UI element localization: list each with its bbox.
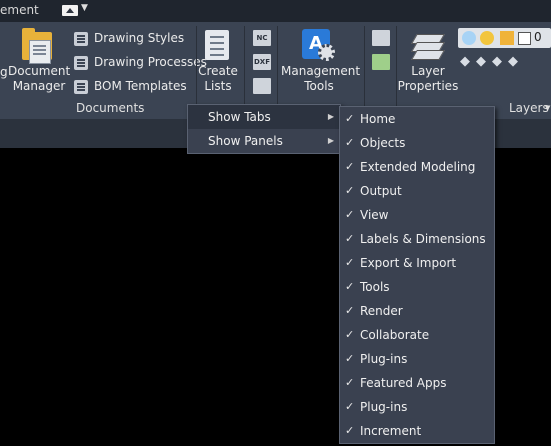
check-icon: ✓	[345, 112, 355, 125]
tab-toggle-tools[interactable]: ✓ Tools	[340, 275, 494, 299]
layer-properties-label-2: Properties	[397, 79, 459, 93]
layer-properties-label-1: Layer	[411, 64, 445, 78]
chevron-down-icon[interactable]: ▼	[545, 104, 550, 112]
submenu-arrow-icon: ▶	[327, 112, 334, 121]
check-icon: ✓	[345, 328, 355, 341]
document-manager-label-2: Manager	[12, 79, 66, 93]
tab-toggle-export-import[interactable]: ✓ Export & Import	[340, 251, 494, 275]
check-icon: ✓	[345, 232, 355, 245]
quick-access-dropdown-icon[interactable]: ▼	[81, 3, 88, 13]
tab-toggle-label: Output	[360, 184, 402, 198]
panel-separator	[364, 26, 365, 118]
create-lists-icon[interactable]	[205, 30, 229, 60]
layer-number: 0	[534, 30, 542, 44]
drawing-styles-label: Drawing Styles	[94, 31, 185, 45]
check-icon: ✓	[345, 184, 355, 197]
menu-item-label: Show Panels	[208, 134, 283, 148]
tab-toggle-label: Increment	[360, 424, 422, 438]
tab-toggle-label: Objects	[360, 136, 406, 150]
bom-templates-label: BOM Templates	[94, 79, 187, 93]
layer-tools-icon[interactable]: ◆◆◆◆	[460, 54, 524, 69]
layer-dropdown[interactable]: 0	[458, 28, 551, 48]
tab-toggle-label: Export & Import	[360, 256, 457, 270]
tab-toggle-label: Plug-ins	[360, 352, 408, 366]
tab-toggle-plug-ins-2[interactable]: ✓ Plug-ins	[340, 395, 494, 419]
title-bar: ement ▼	[0, 0, 551, 22]
tabs-submenu: ✓ Home ✓ Objects ✓ Extended Modeling ✓ Outpu…	[339, 106, 495, 444]
tab-toggle-label: Labels & Dimensions	[360, 232, 486, 246]
layer-color-swatch	[518, 32, 531, 45]
gear-icon	[318, 44, 335, 61]
database-icon[interactable]	[372, 54, 390, 70]
menu-item-show-tabs[interactable]: Show Tabs ▶	[188, 105, 340, 129]
tab-toggle-render[interactable]: ✓ Render	[340, 299, 494, 323]
drawing-processes-label: Drawing Processes	[94, 55, 207, 69]
document-manager-button[interactable]: Document Manager	[8, 64, 70, 94]
tab-toggle-label: Featured Apps	[360, 376, 447, 390]
menu-item-label: Show Tabs	[208, 110, 271, 124]
truncated-button-label[interactable]: g	[0, 65, 8, 80]
management-tools-button[interactable]: Management Tools	[281, 64, 361, 94]
check-icon: ✓	[345, 424, 355, 437]
tab-toggle-output[interactable]: ✓ Output	[340, 179, 494, 203]
tab-toggle-label: Tools	[360, 280, 390, 294]
check-icon: ✓	[345, 160, 355, 173]
tab-toggle-label: Plug-ins	[360, 400, 408, 414]
dxf-icon[interactable]: DXF	[253, 54, 271, 70]
drawing-styles-icon	[74, 31, 88, 46]
create-lists-label-1: Create	[198, 64, 238, 78]
tab-toggle-extended-modeling[interactable]: ✓ Extended Modeling	[340, 155, 494, 179]
check-icon: ✓	[345, 256, 355, 269]
quick-access-icon[interactable]	[62, 5, 78, 16]
settings-icon[interactable]	[372, 30, 390, 46]
tab-toggle-label: Extended Modeling	[360, 160, 476, 174]
check-icon: ✓	[345, 208, 355, 221]
tab-toggle-labels-dimensions[interactable]: ✓ Labels & Dimensions	[340, 227, 494, 251]
sun-icon	[480, 31, 494, 45]
panel-label-layers[interactable]: Layers	[509, 101, 549, 115]
app-title: ement	[0, 3, 39, 17]
check-icon: ✓	[345, 280, 355, 293]
check-icon: ✓	[345, 376, 355, 389]
create-lists-button[interactable]: Create Lists	[196, 64, 240, 94]
document-manager-icon[interactable]	[22, 28, 52, 64]
tab-toggle-label: View	[360, 208, 389, 222]
nc-icon[interactable]: NC	[253, 30, 271, 46]
panel-label-documents: Documents	[76, 101, 145, 115]
layer-properties-button[interactable]: Layer Properties	[397, 64, 459, 94]
management-tools-label-1: Management	[281, 64, 361, 78]
bulb-icon	[462, 31, 476, 45]
bom-templates-icon	[74, 79, 88, 94]
drawing-processes-button[interactable]: Drawing Processes	[74, 53, 207, 71]
tab-toggle-view[interactable]: ✓ View	[340, 203, 494, 227]
layer-properties-icon[interactable]	[410, 30, 445, 62]
tab-toggle-label: Collaborate	[360, 328, 430, 342]
tab-toggle-featured-apps[interactable]: ✓ Featured Apps	[340, 371, 494, 395]
tab-toggle-collaborate[interactable]: ✓ Collaborate	[340, 323, 494, 347]
tab-toggle-plug-ins[interactable]: ✓ Plug-ins	[340, 347, 494, 371]
drawing-styles-button[interactable]: Drawing Styles	[74, 29, 184, 47]
tab-toggle-label: Render	[360, 304, 403, 318]
tab-toggle-home[interactable]: ✓ Home	[340, 107, 494, 131]
check-icon: ✓	[345, 352, 355, 365]
tab-toggle-label: Home	[360, 112, 396, 126]
management-tools-label-2: Tools	[304, 79, 334, 93]
check-icon: ✓	[345, 136, 355, 149]
check-icon: ✓	[345, 400, 355, 413]
import-icon[interactable]	[253, 78, 271, 94]
submenu-arrow-icon: ▶	[327, 136, 334, 145]
bom-templates-button[interactable]: BOM Templates	[74, 77, 187, 95]
tab-toggle-objects[interactable]: ✓ Objects	[340, 131, 494, 155]
lock-icon	[500, 31, 514, 45]
check-icon: ✓	[345, 304, 355, 317]
context-menu: Show Tabs ▶ Show Panels ▶	[187, 104, 341, 154]
menu-item-show-panels[interactable]: Show Panels ▶	[188, 129, 340, 153]
create-lists-label-2: Lists	[204, 79, 232, 93]
document-manager-label-1: Document	[8, 64, 71, 78]
drawing-processes-icon	[74, 55, 88, 70]
tab-toggle-increment[interactable]: ✓ Increment	[340, 419, 494, 443]
